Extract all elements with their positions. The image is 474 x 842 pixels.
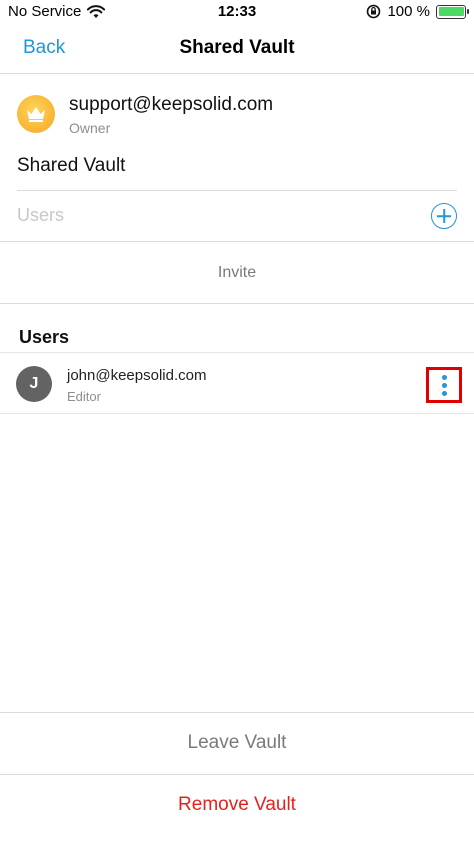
- navigation-bar: Back Shared Vault: [0, 24, 474, 74]
- owner-role: Owner: [69, 120, 111, 136]
- orientation-lock-icon: [367, 4, 381, 19]
- users-input-row: Users: [0, 192, 474, 242]
- owner-badge: [17, 95, 55, 133]
- avatar: J: [16, 366, 52, 402]
- divider: [17, 190, 457, 191]
- status-bar: No Service 12:33 100 %: [0, 0, 474, 24]
- invite-button[interactable]: Invite: [0, 243, 474, 304]
- status-right: 100 %: [366, 3, 469, 20]
- user-options-button[interactable]: [426, 367, 462, 403]
- battery-percent: 100 %: [387, 3, 430, 20]
- more-vertical-icon-dot: [442, 391, 447, 396]
- add-user-button[interactable]: [431, 203, 457, 229]
- leave-vault-label: Leave Vault: [187, 732, 287, 753]
- page-title: Shared Vault: [179, 37, 295, 58]
- more-vertical-icon: [442, 375, 447, 380]
- user-role: Editor: [67, 389, 101, 404]
- battery-icon: [436, 4, 469, 19]
- battery-fill: [438, 7, 464, 16]
- list-item[interactable]: J john@keepsolid.com Editor: [0, 352, 474, 414]
- remove-vault-label: Remove Vault: [178, 794, 296, 815]
- invite-label: Invite: [217, 264, 257, 281]
- leave-vault-button[interactable]: Leave Vault: [0, 712, 474, 774]
- crown-icon: [27, 107, 45, 122]
- owner-email: support@keepsolid.com: [69, 94, 274, 115]
- users-input[interactable]: Users: [17, 205, 64, 226]
- users-section-title: Users: [19, 327, 70, 347]
- vault-name-field[interactable]: Shared Vault: [17, 155, 125, 177]
- more-vertical-icon-dot: [442, 383, 447, 388]
- user-email: john@keepsolid.com: [67, 367, 207, 384]
- owner-info: support@keepsolid.com Owner: [17, 90, 457, 140]
- remove-vault-button[interactable]: Remove Vault: [0, 774, 474, 836]
